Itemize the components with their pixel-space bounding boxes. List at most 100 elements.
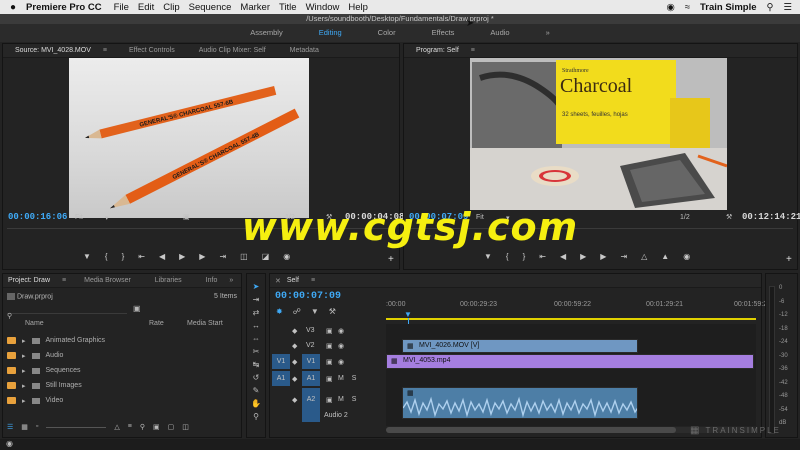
list-view-icon[interactable]: ☰ [7, 423, 13, 433]
insert-icon[interactable]: ◫ [240, 252, 248, 264]
time-ruler[interactable]: :00:00 00:00:29:23 00:00:59:22 00:01:29:… [386, 296, 767, 320]
workspace-assembly[interactable]: Assembly [232, 24, 301, 42]
pen-tool-icon[interactable]: ✎ [253, 386, 260, 395]
new-bin-icon[interactable]: ▣ [153, 423, 160, 433]
lock-icon[interactable]: ◆ [292, 342, 297, 350]
mark-in-icon[interactable]: { [506, 252, 509, 264]
slide-tool-icon[interactable]: ↺ [253, 373, 260, 382]
workspace-editing[interactable]: Editing [301, 24, 360, 42]
mark-out-icon[interactable]: } [523, 252, 526, 264]
mark-out-icon[interactable]: } [122, 252, 125, 264]
selection-tool-icon[interactable]: ➤ [253, 282, 260, 291]
go-to-out-icon[interactable]: ⇥ [219, 252, 226, 264]
eye-icon[interactable]: ◉ [338, 358, 344, 366]
lock-icon[interactable]: ◆ [292, 396, 297, 404]
workspace-more-icon[interactable]: » [528, 24, 568, 42]
extract-icon[interactable]: ▲ [661, 252, 669, 264]
clip-a2-audio[interactable]: ▦ [402, 387, 638, 419]
scroll-thumb[interactable] [386, 427, 676, 433]
menu-sequence[interactable]: Sequence [189, 2, 241, 13]
razor-tool-icon[interactable]: ✂ [253, 347, 260, 356]
lift-icon[interactable]: △ [641, 252, 647, 264]
panel-menu-icon[interactable]: ≡ [311, 277, 315, 284]
new-bin-icon[interactable]: ▣ [133, 304, 141, 313]
lock-icon[interactable]: ◆ [292, 375, 297, 383]
chevron-right-icon[interactable]: ▸ [22, 397, 26, 405]
freeform-view-icon[interactable]: ▫ [36, 423, 38, 433]
slip-tool-icon[interactable]: ↹ [253, 360, 260, 369]
lock-icon[interactable]: ◆ [292, 327, 297, 335]
chevron-right-icon[interactable]: ▸ [22, 367, 26, 375]
search-field[interactable]: ⚲ [7, 305, 127, 320]
panel-menu-icon[interactable]: ≡ [471, 47, 475, 54]
sort-icon[interactable]: △ [114, 423, 119, 433]
add-button-icon[interactable]: + [388, 254, 394, 265]
menu-file[interactable]: File [114, 2, 138, 13]
track-select-tool-icon[interactable]: ⇥ [253, 295, 260, 304]
sync-lock-icon[interactable]: ▣ [326, 375, 333, 383]
tab-metadata[interactable]: Metadata [278, 47, 331, 54]
snap-icon[interactable]: ✸ [276, 307, 283, 317]
find-icon[interactable]: ⚲ [140, 423, 145, 433]
timeline-timecode[interactable]: 00:00:07:09 [275, 291, 341, 302]
step-forward-icon[interactable]: ▶ [199, 252, 205, 264]
play-icon[interactable]: ▶ [179, 252, 185, 264]
track-name[interactable]: V2 [306, 342, 315, 349]
sync-lock-icon[interactable]: ▣ [326, 396, 333, 404]
column-name[interactable]: Name [25, 320, 44, 327]
automate-icon[interactable]: ≡ [128, 423, 132, 433]
panel-menu-icon[interactable]: ≡ [62, 277, 72, 284]
panel-menu-icon[interactable]: ≡ [103, 47, 117, 54]
search-icon[interactable]: ⚲ [767, 2, 774, 13]
menu-clip[interactable]: Clip [163, 2, 188, 13]
add-button-icon[interactable]: + [786, 254, 792, 265]
step-back-icon[interactable]: ◀ [159, 252, 165, 264]
wrench-icon[interactable]: ⚒ [726, 213, 732, 221]
source-fit-dropdown[interactable]: Fit [75, 214, 83, 221]
chevron-down-icon[interactable]: ▾ [105, 214, 109, 222]
step-forward-icon[interactable]: ▶ [600, 252, 606, 264]
workspace-effects[interactable]: Effects [414, 24, 473, 42]
menu-list-icon[interactable]: ☰ [783, 2, 792, 13]
eye-icon[interactable]: ◉ [338, 327, 344, 335]
mute-solo-toggles[interactable]: M S [338, 375, 359, 382]
tab-effect-controls[interactable]: Effect Controls [117, 47, 187, 54]
hand-tool-icon[interactable]: ✋ [251, 399, 261, 408]
clip-v1[interactable]: ▦ MVI_4053.mp4 [386, 354, 754, 369]
chevron-right-icon[interactable]: ▸ [22, 382, 26, 390]
close-icon[interactable]: ✕ [270, 277, 285, 285]
wifi-icon[interactable]: ≈ [685, 2, 690, 13]
creative-cloud-icon[interactable]: ◉ [666, 2, 674, 13]
workspace-color[interactable]: Color [360, 24, 414, 42]
track-name[interactable]: V1 [302, 354, 320, 369]
column-rate[interactable]: Rate [149, 320, 164, 327]
source-video-frame[interactable]: GENERAL'S® CHARCOAL 557-6B GENERAL'S® CH… [69, 58, 309, 218]
apple-icon[interactable]: ● [0, 2, 26, 13]
camera-icon[interactable]: ◉ [283, 252, 290, 264]
zoom-tool-icon[interactable]: ⚲ [253, 412, 259, 421]
list-item[interactable]: ▸ Sequences [7, 363, 239, 378]
source-patch-a1[interactable]: A1 [272, 371, 290, 386]
track-name[interactable]: A2 [302, 388, 320, 422]
track-name[interactable]: V3 [306, 327, 315, 334]
rate-stretch-tool-icon[interactable]: ⇔ [252, 334, 260, 343]
menu-window[interactable]: Window [306, 2, 349, 13]
step-back-icon[interactable]: ◀ [560, 252, 566, 264]
wrench-icon[interactable]: ⚒ [329, 307, 336, 317]
go-to-in-icon[interactable]: ⇤ [539, 252, 546, 264]
list-item[interactable]: ▸ Animated Graphics [7, 333, 239, 348]
source-patch-v1[interactable]: V1 [272, 354, 290, 369]
overwrite-icon[interactable]: ◪ [262, 252, 270, 264]
film-icon[interactable]: ▣ [183, 213, 190, 221]
column-media-start[interactable]: Media Start [187, 320, 223, 327]
app-menu[interactable]: Premiere Pro CC [26, 2, 114, 13]
play-icon[interactable]: ▶ [580, 252, 586, 264]
tab-media-browser[interactable]: Media Browser [72, 277, 143, 284]
tab-program[interactable]: Program: Self [404, 47, 471, 54]
tab-project[interactable]: Project: Draw [3, 277, 62, 284]
lock-icon[interactable]: ◆ [292, 358, 297, 366]
menu-title[interactable]: Title [279, 2, 306, 13]
sync-lock-icon[interactable]: ▣ [326, 342, 333, 350]
program-resolution[interactable]: 1/2 [680, 214, 690, 221]
go-to-in-icon[interactable]: ⇤ [138, 252, 145, 264]
